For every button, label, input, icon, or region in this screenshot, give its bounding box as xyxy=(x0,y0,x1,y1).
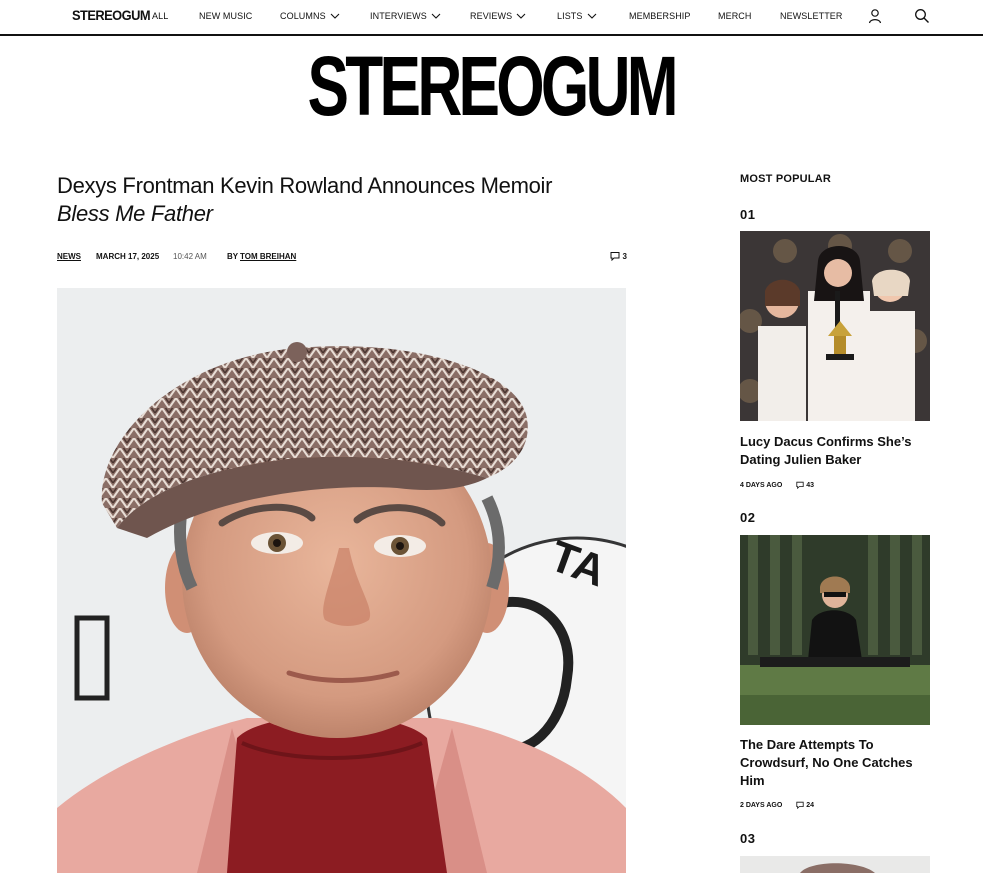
chevron-down-icon xyxy=(516,11,526,21)
most-popular-heading: MOST POPULAR xyxy=(740,173,832,185)
nav-item-interviews[interactable]: INTERVIEWS xyxy=(370,11,441,21)
award-photo-illustration xyxy=(740,231,930,421)
comment-count: 3 xyxy=(622,251,627,261)
author-link[interactable]: TOM BREIHAN xyxy=(240,252,296,261)
article-headline: Dexys Frontman Kevin Rowland Announces M… xyxy=(57,172,637,228)
comment-count-link[interactable]: 3 xyxy=(610,251,627,261)
category-link[interactable]: NEWS xyxy=(57,252,81,261)
popular-thumb-1[interactable] xyxy=(740,231,930,421)
nav-item-merch[interactable]: MERCH xyxy=(718,11,752,21)
masthead: STEREOGUM xyxy=(0,44,983,128)
nav-item-lists[interactable]: LISTS xyxy=(557,11,597,21)
nav-item-new-music[interactable]: NEW MUSIC xyxy=(199,11,252,21)
popular-headline-1[interactable]: Lucy Dacus Confirms She’s Dating Julien … xyxy=(740,433,930,469)
chevron-down-icon xyxy=(587,11,597,21)
hero-image: TA xyxy=(57,288,626,873)
comment-icon xyxy=(796,801,804,809)
chevron-down-icon xyxy=(431,11,441,21)
popular-comment-count: 43 xyxy=(806,481,815,489)
top-nav: STEREOGUM ALL NEW MUSIC COLUMNS INTERVIE… xyxy=(0,0,983,36)
comment-icon xyxy=(796,481,804,489)
popular-comment-count: 24 xyxy=(806,801,815,809)
popular-comments-link[interactable]: 43 xyxy=(796,481,814,489)
nav-item-columns[interactable]: COLUMNS xyxy=(280,11,340,21)
article-time: 10:42 AM xyxy=(173,252,207,261)
article-meta: NEWS MARCH 17, 2025 10:42 AM BY TOM BREI… xyxy=(57,252,627,264)
popular-meta-1: 4 DAYS AGO 43 xyxy=(740,481,814,489)
popular-rank: 02 xyxy=(740,510,756,525)
popular-thumb-3[interactable] xyxy=(740,856,930,873)
comment-icon xyxy=(610,251,620,261)
popular-headline-2[interactable]: The Dare Attempts To Crowdsurf, No One C… xyxy=(740,736,930,790)
popular-thumb-2[interactable] xyxy=(740,535,930,725)
hero-portrait-illustration: TA xyxy=(57,288,626,873)
user-icon[interactable] xyxy=(867,8,883,24)
popular-age: 4 DAYS AGO xyxy=(740,481,783,489)
popular-rank: 01 xyxy=(740,207,756,222)
nav-item-membership[interactable]: MEMBERSHIP xyxy=(629,11,691,21)
chevron-down-icon xyxy=(330,11,340,21)
nav-item-reviews[interactable]: REVIEWS xyxy=(470,11,526,21)
nav-item-newsletter[interactable]: NEWSLETTER xyxy=(780,11,843,21)
thumb-3-illustration xyxy=(740,856,930,873)
nav-logo[interactable]: STEREOGUM xyxy=(72,7,151,23)
masthead-logo[interactable]: STEREOGUM xyxy=(308,44,679,128)
headline-main: Dexys Frontman Kevin Rowland Announces M… xyxy=(57,173,553,198)
search-icon[interactable] xyxy=(914,8,930,24)
popular-rank: 03 xyxy=(740,831,756,846)
byline-prefix: BY xyxy=(227,252,239,261)
popular-age: 2 DAYS AGO xyxy=(740,801,783,809)
popular-comments-link[interactable]: 24 xyxy=(796,801,814,809)
nav-item-all[interactable]: ALL xyxy=(152,11,168,21)
headline-book-title: Bless Me Father xyxy=(57,201,213,226)
dj-photo-illustration xyxy=(740,535,930,725)
article-date: MARCH 17, 2025 xyxy=(96,252,160,261)
popular-meta-2: 2 DAYS AGO 24 xyxy=(740,801,814,809)
